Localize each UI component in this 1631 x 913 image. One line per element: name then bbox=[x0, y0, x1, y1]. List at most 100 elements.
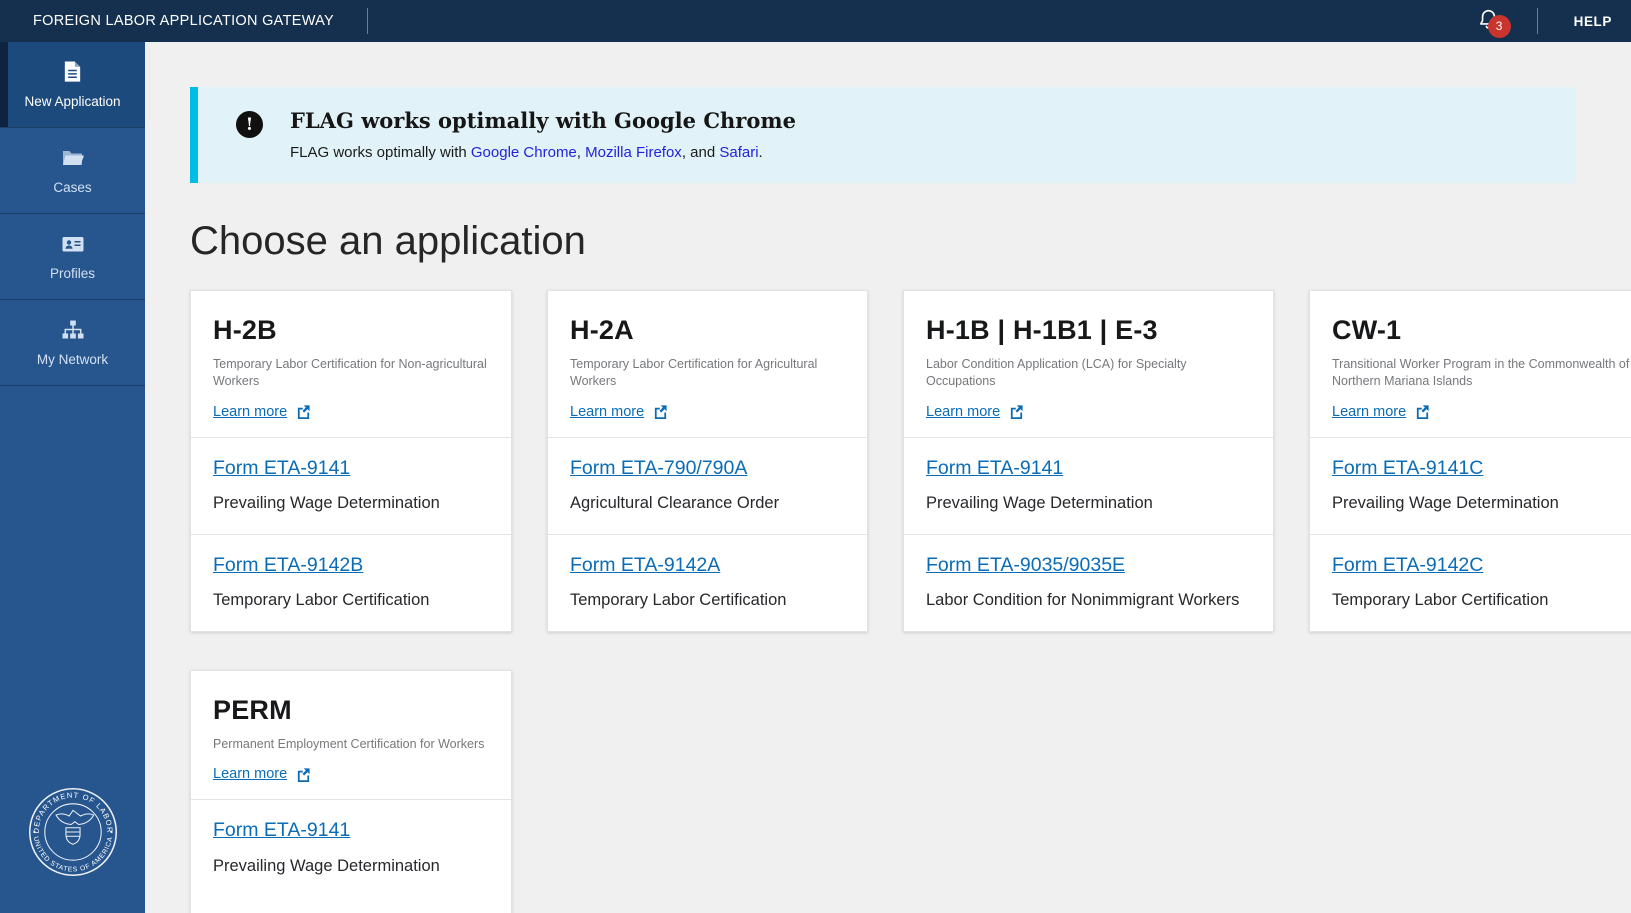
form-entry: Form ETA-9141C Prevailing Wage Determinat… bbox=[1310, 437, 1631, 534]
card-header: H-2BTemporary Labor Certification for No… bbox=[191, 291, 511, 437]
alert-icon: ! bbox=[236, 111, 263, 138]
sidebar-item-label: Profiles bbox=[50, 266, 95, 281]
card-title: PERM bbox=[213, 695, 489, 726]
dol-seal: DEPARTMENT OF LABOR UNITED STATES OF AME… bbox=[26, 785, 120, 879]
sidebar-item-cases[interactable]: Cases bbox=[0, 128, 145, 214]
learn-more-link[interactable]: Learn more bbox=[570, 404, 668, 420]
card-subtitle: Permanent Employment Certification for W… bbox=[213, 736, 489, 753]
main-content: ! FLAG works optimally with Google Chrom… bbox=[145, 42, 1631, 913]
external-link-icon bbox=[1009, 404, 1024, 419]
form-link[interactable]: Form ETA-9142A bbox=[570, 554, 720, 576]
form-link[interactable]: Form ETA-9141 bbox=[926, 457, 1063, 479]
notifications-button[interactable]: 3 bbox=[1477, 8, 1501, 35]
learn-more-link[interactable]: Learn more bbox=[926, 404, 1024, 420]
form-entry: Form ETA-9141 Prevailing Wage Determinati… bbox=[904, 437, 1273, 534]
card-title: CW-1 bbox=[1332, 315, 1631, 346]
card-header: H-1B | H-1B1 | E-3 Labor Condition Applic… bbox=[904, 291, 1273, 437]
card-h-2b: H-2BTemporary Labor Certification for No… bbox=[190, 290, 512, 632]
card-title: H-1B | H-1B1 | E-3 bbox=[926, 315, 1251, 346]
card-subtitle: Temporary Labor Certification for Agricu… bbox=[570, 356, 845, 391]
banner-text-block: FLAG works optimally with Google Chrome … bbox=[290, 108, 796, 161]
learn-more-label: Learn more bbox=[926, 404, 1000, 420]
learn-more-link[interactable]: Learn more bbox=[1332, 404, 1430, 420]
notification-badge: 3 bbox=[1488, 15, 1511, 38]
network-icon bbox=[61, 318, 85, 342]
card-header: CW-1 Transitional Worker Program in the C… bbox=[1310, 291, 1631, 437]
application-cards-row: H-2BTemporary Labor Certification for No… bbox=[190, 290, 1631, 632]
external-link-icon bbox=[296, 767, 311, 782]
seal-top-text: DEPARTMENT OF LABOR bbox=[31, 791, 114, 834]
form-description: Temporary Labor Certification bbox=[1332, 589, 1631, 613]
form-description: Labor Condition for Nonimmigrant Workers bbox=[926, 589, 1251, 613]
app-title: FOREIGN LABOR APPLICATION GATEWAY bbox=[33, 13, 334, 29]
form-entry: Form ETA-9142A Temporary Labor Certificat… bbox=[548, 534, 867, 631]
form-description: Temporary Labor Certification bbox=[570, 589, 845, 613]
form-link[interactable]: Form ETA-9142C bbox=[1332, 554, 1483, 576]
sidebar-item-new-application[interactable]: New Application bbox=[0, 42, 145, 128]
application-cards-row-2: PERM Permanent Employment Certification f… bbox=[190, 670, 1631, 913]
learn-more-link[interactable]: Learn more bbox=[213, 766, 311, 782]
banner-text: FLAG works optimally with bbox=[290, 144, 471, 161]
sidebar-item-label: My Network bbox=[37, 352, 108, 367]
header-actions: 3 HELP bbox=[1477, 8, 1631, 35]
card-subtitle: Transitional Worker Program in the Commo… bbox=[1332, 356, 1631, 391]
card-title: H-2B bbox=[213, 315, 489, 346]
learn-more-label: Learn more bbox=[213, 766, 287, 782]
page-title: Choose an application bbox=[190, 218, 1631, 264]
browser-banner: ! FLAG works optimally with Google Chrom… bbox=[190, 87, 1576, 183]
form-entry: Form ETA-9142B Temporary Labor Certificat… bbox=[191, 534, 511, 631]
help-link[interactable]: HELP bbox=[1574, 14, 1612, 29]
svg-text:DEPARTMENT OF LABOR: DEPARTMENT OF LABOR bbox=[31, 791, 114, 834]
card-perm: PERM Permanent Employment Certification f… bbox=[190, 670, 512, 913]
document-icon bbox=[61, 60, 84, 84]
sidebar-item-label: New Application bbox=[24, 94, 120, 109]
google-chrome-link[interactable]: Google Chrome bbox=[471, 144, 577, 161]
seal-eagle bbox=[56, 810, 94, 844]
sidebar-item-profiles[interactable]: Profiles bbox=[0, 214, 145, 300]
id-card-icon bbox=[61, 232, 85, 256]
form-entry: Form ETA-790/790A Agricultural Clearance … bbox=[548, 437, 867, 534]
sidebar-item-label: Cases bbox=[53, 180, 91, 195]
learn-more-label: Learn more bbox=[1332, 404, 1406, 420]
form-description: Prevailing Wage Determination bbox=[1332, 492, 1631, 516]
safari-link[interactable]: Safari bbox=[719, 144, 758, 161]
form-link[interactable]: Form ETA-9141 bbox=[213, 819, 350, 841]
top-header: FOREIGN LABOR APPLICATION GATEWAY 3 HELP bbox=[0, 0, 1631, 42]
banner-text: . bbox=[759, 144, 763, 161]
header-divider bbox=[367, 8, 368, 34]
form-link[interactable]: Form ETA-9142B bbox=[213, 554, 363, 576]
external-link-icon bbox=[1415, 404, 1430, 419]
learn-more-label: Learn more bbox=[213, 404, 287, 420]
banner-title: FLAG works optimally with Google Chrome bbox=[290, 108, 796, 133]
form-link[interactable]: Form ETA-790/790A bbox=[570, 457, 747, 479]
svg-text:UNITED STATES OF AMERICA: UNITED STATES OF AMERICA bbox=[31, 836, 113, 874]
learn-more-link[interactable]: Learn more bbox=[213, 404, 311, 420]
learn-more-label: Learn more bbox=[570, 404, 644, 420]
form-entry: Form ETA-9141 Prevailing Wage Determinati… bbox=[191, 799, 511, 913]
form-link[interactable]: Form ETA-9141 bbox=[213, 457, 350, 479]
form-description: Temporary Labor Certification bbox=[213, 589, 489, 613]
card-header: H-2A Temporary Labor Certification for Ag… bbox=[548, 291, 867, 437]
card-title: H-2A bbox=[570, 315, 845, 346]
folder-icon bbox=[61, 146, 85, 170]
seal-bottom-text: UNITED STATES OF AMERICA bbox=[31, 836, 113, 874]
banner-text: , and bbox=[682, 144, 720, 161]
form-link[interactable]: Form ETA-9141C bbox=[1332, 457, 1483, 479]
form-entry: Form ETA-9035/9035E Labor Condition for N… bbox=[904, 534, 1273, 631]
form-entry: Form ETA-9142C Temporary Labor Certificat… bbox=[1310, 534, 1631, 631]
card-h-1b-h-1b1-e-3: H-1B | H-1B1 | E-3 Labor Condition Applic… bbox=[903, 290, 1274, 632]
header-divider bbox=[1537, 8, 1538, 34]
form-description: Prevailing Wage Determination bbox=[926, 492, 1251, 516]
banner-text: , bbox=[577, 144, 585, 161]
form-description: Agricultural Clearance Order bbox=[570, 492, 845, 516]
card-subtitle: Labor Condition Application (LCA) for Sp… bbox=[926, 356, 1251, 391]
card-cw-1: CW-1 Transitional Worker Program in the C… bbox=[1309, 290, 1631, 632]
form-link[interactable]: Form ETA-9035/9035E bbox=[926, 554, 1125, 576]
sidebar: New Application Cases Profiles My Network D… bbox=[0, 42, 145, 913]
form-description: Prevailing Wage Determination bbox=[213, 855, 489, 879]
mozilla-firefox-link[interactable]: Mozilla Firefox bbox=[585, 144, 682, 161]
card-header: PERM Permanent Employment Certification f… bbox=[191, 671, 511, 799]
sidebar-item-my-network[interactable]: My Network bbox=[0, 300, 145, 386]
external-link-icon bbox=[653, 404, 668, 419]
external-link-icon bbox=[296, 404, 311, 419]
